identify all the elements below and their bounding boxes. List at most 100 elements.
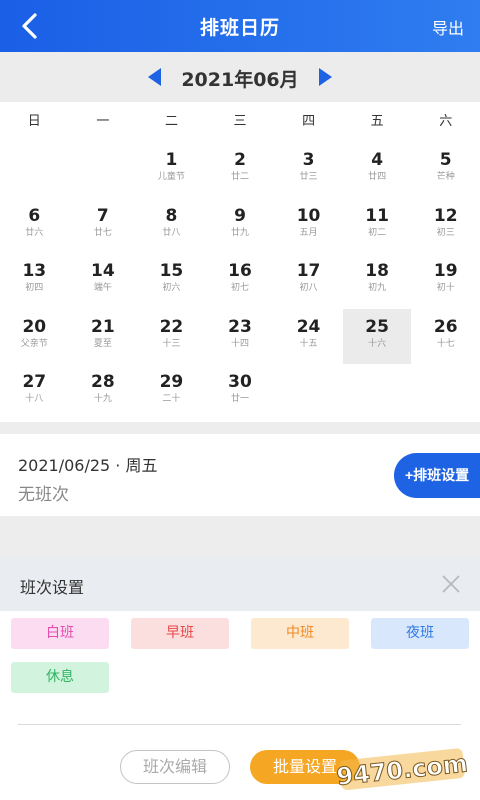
lunar-date: 父亲节 <box>20 338 48 349</box>
lunar-date: 初十 <box>436 283 455 293</box>
lunar-date: 廿一 <box>230 394 249 404</box>
day-number: 29 <box>159 372 184 392</box>
lunar-date: 初六 <box>162 283 181 293</box>
day-number: 7 <box>96 205 109 226</box>
day-cell[interactable]: 13 初四 <box>0 253 69 309</box>
day-number: 19 <box>433 261 458 281</box>
day-cell[interactable]: 22 十三 <box>137 309 206 365</box>
lunar-date: 廿四 <box>368 172 387 182</box>
day-cell[interactable]: 5 芒种 <box>411 142 480 198</box>
lunar-date: 初七 <box>230 283 249 293</box>
day-cell[interactable]: 30 廿一 <box>206 364 275 420</box>
watermark-text: 9470.com <box>335 749 469 791</box>
day-cell[interactable]: 18 初九 <box>343 253 412 309</box>
selected-date: 2021/06/25 · 周五 <box>18 456 158 475</box>
day-number: 20 <box>22 316 47 337</box>
shift-chip-morning[interactable]: 早班 <box>131 618 229 649</box>
day-cell[interactable]: 23 十四 <box>206 309 275 365</box>
day-cell[interactable]: 20 父亲节 <box>0 309 69 365</box>
weekday-label: 日 <box>27 114 41 129</box>
lunar-date: 十三 <box>162 338 181 349</box>
month-navigator: 2021年06月 <box>0 52 480 102</box>
lunar-date: 十八 <box>25 394 44 404</box>
day-number: 17 <box>296 261 321 281</box>
day-number: 3 <box>302 150 315 170</box>
lunar-date: 初四 <box>25 283 44 293</box>
day-number: 15 <box>159 261 184 281</box>
day-cell[interactable]: 21 夏至 <box>69 309 138 365</box>
day-number: 22 <box>159 316 184 337</box>
shift-panel-title: 班次设置 <box>20 578 85 597</box>
app-header: 排班日历 导出 <box>0 0 480 52</box>
day-number: 12 <box>433 205 458 226</box>
lunar-date: 廿六 <box>25 227 44 238</box>
lunar-date: 芒种 <box>436 172 455 182</box>
lunar-date: 十四 <box>230 338 249 349</box>
day-number: 24 <box>296 316 321 337</box>
lunar-date: 廿七 <box>93 227 112 238</box>
day-number: 28 <box>91 372 115 392</box>
day-number: 21 <box>91 316 115 337</box>
day-number: 26 <box>433 316 458 337</box>
shift-chip-day[interactable]: 白班 <box>11 618 109 649</box>
lunar-date: 廿八 <box>162 227 181 238</box>
shift-chip-night[interactable]: 夜班 <box>371 618 469 649</box>
day-cell[interactable]: 3 廿三 <box>274 142 343 198</box>
day-cell[interactable]: 1 儿童节 <box>137 142 206 198</box>
day-cell[interactable]: 4 廿四 <box>343 142 412 198</box>
day-cell[interactable]: 8 廿八 <box>137 198 206 254</box>
day-number: 30 <box>228 372 252 392</box>
day-cell[interactable]: 25 十六 <box>342 308 412 364</box>
empty-day-cell <box>69 142 138 198</box>
day-grid: 1 儿童节 2 廿二 3 廿三 4 廿四 5 芒种 6 廿六 7 廿七 8 廿八 9 廿九 10 五月 11 初二 12 初三… <box>0 142 480 420</box>
day-number: 25 <box>365 316 389 337</box>
day-cell[interactable]: 19 初十 <box>411 253 480 309</box>
day-number: 4 <box>371 150 384 170</box>
day-number: 23 <box>228 316 252 337</box>
weekday-label: 一 <box>96 114 110 129</box>
day-cell[interactable]: 11 初二 <box>343 198 412 254</box>
day-cell[interactable]: 6 廿六 <box>0 198 69 254</box>
day-number: 9 <box>234 205 246 226</box>
day-cell[interactable]: 24 十五 <box>274 309 343 365</box>
lunar-date: 十七 <box>436 338 455 349</box>
day-cell[interactable]: 10 五月 <box>274 198 343 254</box>
lunar-date: 五月 <box>299 227 318 238</box>
lunar-date: 廿九 <box>230 227 249 238</box>
export-button[interactable]: 导出 <box>432 15 464 39</box>
day-number: 13 <box>22 261 47 281</box>
day-cell[interactable]: 26 十七 <box>411 309 480 365</box>
next-month-icon[interactable] <box>317 68 333 86</box>
day-cell[interactable]: 14 端午 <box>69 253 138 309</box>
weekday-label: 二 <box>164 114 178 129</box>
day-cell[interactable]: 7 廿七 <box>69 198 138 254</box>
weekday-header: 日 一 二 三 四 五 六 <box>0 102 480 142</box>
shift-chip-middle[interactable]: 中班 <box>251 618 349 649</box>
day-cell[interactable]: 9 廿九 <box>206 198 275 254</box>
day-cell[interactable]: 28 十九 <box>69 364 138 420</box>
day-cell[interactable]: 12 初三 <box>411 198 480 254</box>
day-cell[interactable]: 27 十八 <box>0 364 69 420</box>
shift-chip-rest[interactable]: 休息 <box>11 662 109 693</box>
lunar-date: 初三 <box>436 227 455 238</box>
site-watermark-logo: 9470.com <box>335 748 470 792</box>
day-number: 16 <box>228 261 252 281</box>
day-cell[interactable]: 15 初六 <box>137 253 206 309</box>
day-cell[interactable]: 17 初八 <box>274 253 343 309</box>
day-cell[interactable]: 2 廿二 <box>206 142 275 198</box>
shift-edit-button[interactable]: 班次编辑 <box>120 750 230 784</box>
lunar-date: 儿童节 <box>157 172 185 182</box>
day-number: 6 <box>28 205 41 226</box>
schedule-setting-button[interactable]: +排班设置 <box>394 453 480 498</box>
lunar-date: 十六 <box>368 338 387 349</box>
empty-day-cell <box>0 142 69 198</box>
day-cell[interactable]: 16 初七 <box>206 253 275 309</box>
day-number: 18 <box>365 261 389 281</box>
month-title: 2021年06月 <box>181 69 299 91</box>
close-icon[interactable] <box>442 575 460 593</box>
day-number: 27 <box>22 372 47 392</box>
day-cell[interactable]: 29 二十 <box>137 364 206 420</box>
day-number: 14 <box>91 261 115 281</box>
day-number: 10 <box>296 205 321 226</box>
lunar-date: 端午 <box>93 283 112 293</box>
